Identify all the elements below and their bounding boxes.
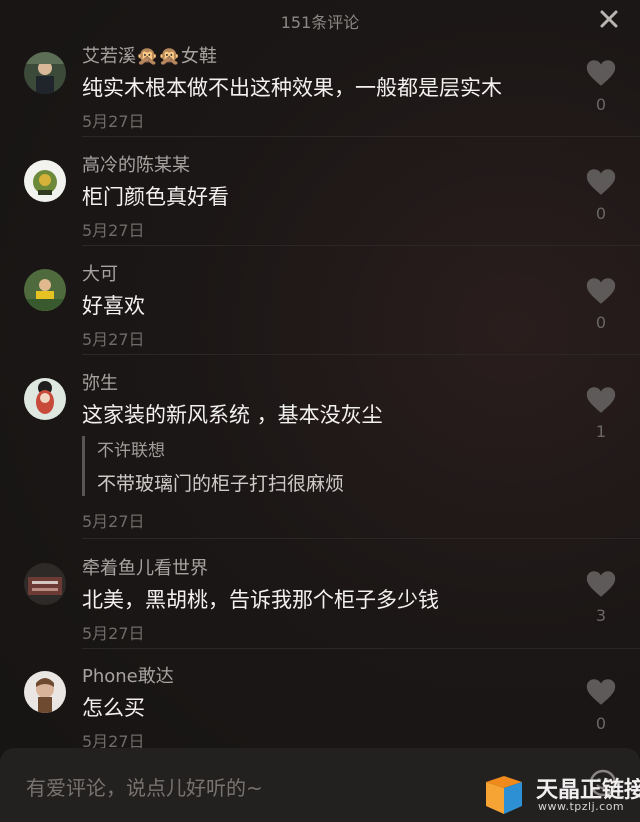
- watermark-url: www.tpzlj.com: [538, 800, 625, 813]
- heart-icon: [586, 60, 616, 86]
- comment-text: 北美，黑胡桃，告诉我那个柜子多少钱: [82, 588, 439, 612]
- like-count: 0: [595, 714, 607, 733]
- like-count: 1: [595, 422, 607, 441]
- comment-username[interactable]: 大可: [82, 260, 118, 286]
- comment-username[interactable]: Phone敢达: [82, 662, 174, 688]
- avatar[interactable]: [24, 671, 66, 713]
- watermark: 天晶正链接 www.tpzlj.com: [482, 770, 640, 820]
- comment-username[interactable]: 艾若溪🙊🙊女鞋: [82, 42, 217, 68]
- avatar[interactable]: [24, 563, 66, 605]
- like-count: 0: [595, 204, 607, 223]
- comment-text: 柜门颜色真好看: [82, 185, 229, 209]
- avatar[interactable]: [24, 378, 66, 420]
- comment-date: 5月27日: [82, 330, 145, 349]
- like-button[interactable]: [584, 675, 618, 709]
- comment-username[interactable]: 高冷的陈某某: [82, 151, 190, 177]
- comment-date: 5月27日: [82, 512, 145, 531]
- comment-date: 5月27日: [82, 221, 145, 240]
- comment-date: 5月27日: [82, 624, 145, 643]
- like-count: 3: [595, 606, 607, 625]
- comment-username[interactable]: 弥生: [82, 369, 118, 395]
- like-button[interactable]: [584, 165, 618, 199]
- comment-count-title: 151条评论: [280, 13, 360, 32]
- like-button[interactable]: [584, 567, 618, 601]
- divider: [82, 354, 640, 355]
- comment-input[interactable]: 有爱评论，说点儿好听的~: [26, 772, 263, 801]
- close-icon: [600, 10, 618, 28]
- like-button[interactable]: [584, 274, 618, 308]
- comment-date: 5月27日: [82, 112, 145, 131]
- comment-text: 这家装的新风系统 ，基本没灰尘: [82, 403, 383, 427]
- reply-text: 不带玻璃门的柜子打扫很麻烦: [97, 473, 345, 495]
- heart-icon: [586, 278, 616, 304]
- reply-block[interactable]: 不许联想 不带玻璃门的柜子打扫很麻烦: [82, 436, 344, 496]
- reply-username[interactable]: 不许联想: [97, 436, 344, 461]
- comment-text: 纯实木根本做不出这种效果，一般都是层实木: [82, 76, 502, 100]
- like-button[interactable]: [584, 56, 618, 90]
- comment-text: 好喜欢: [82, 294, 145, 318]
- divider: [82, 538, 640, 539]
- heart-icon: [586, 169, 616, 195]
- heart-icon: [586, 571, 616, 597]
- divider: [82, 136, 640, 137]
- like-button[interactable]: [584, 383, 618, 417]
- comment-text: 怎么买: [82, 696, 145, 720]
- divider: [82, 648, 640, 649]
- heart-icon: [586, 387, 616, 413]
- close-button[interactable]: [596, 6, 622, 32]
- like-count: 0: [595, 95, 607, 114]
- comments-header: 151条评论: [0, 0, 640, 38]
- avatar[interactable]: [24, 160, 66, 202]
- like-count: 0: [595, 313, 607, 332]
- avatar[interactable]: [24, 52, 66, 94]
- divider: [82, 245, 640, 246]
- heart-icon: [586, 679, 616, 705]
- comment-username[interactable]: 牵着鱼儿看世界: [82, 554, 208, 580]
- avatar[interactable]: [24, 269, 66, 311]
- watermark-logo-icon: [486, 776, 522, 814]
